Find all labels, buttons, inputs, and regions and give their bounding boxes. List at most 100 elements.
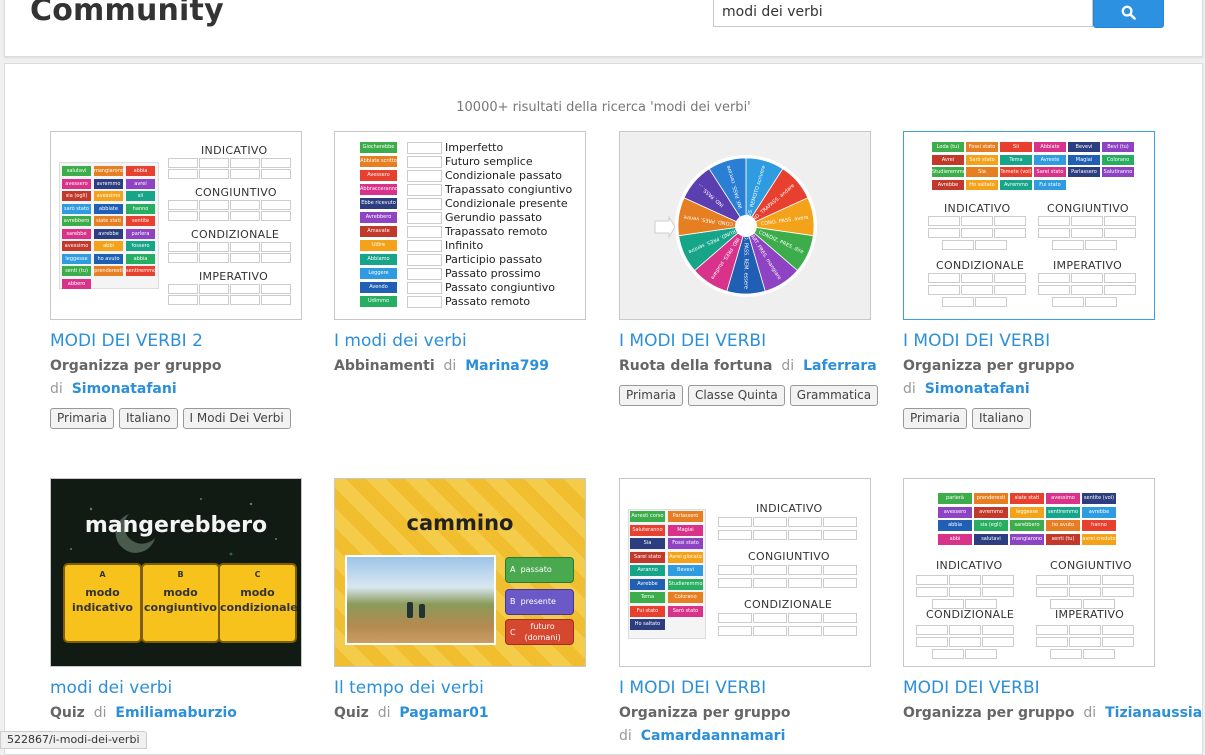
card-title-link[interactable]: I modi dei verbi <box>334 330 586 352</box>
drop-slot <box>718 578 752 588</box>
drop-slot <box>230 284 260 294</box>
word-tile: prenderesti <box>974 493 1008 504</box>
card-thumbnail[interactable]: parleràprenderestisiate statiavessimo (v… <box>903 478 1155 667</box>
answer-label: Participio passato <box>445 253 543 266</box>
card-title-link[interactable]: I MODI DEI VERBI <box>903 330 1155 352</box>
result-card: Giocherebbe Abbiate scritto Avessero mangi… <box>334 131 586 375</box>
wheel-segment-label: IND. PASS. REM. essere <box>743 231 749 289</box>
drop-slot <box>961 228 993 238</box>
word-tile: Abbiate scritto <box>360 156 397 167</box>
answer-label: Trapassato remoto <box>445 225 548 238</box>
card-title-link[interactable]: MODI DEI VERBI 2 <box>50 330 302 352</box>
author-prefix: di <box>619 728 632 744</box>
card-thumbnail[interactable]: salutavimangiaronoabbia avesseroavremmo v… <box>50 131 302 320</box>
status-bar-url: 522867/i-modi-dei-verbi <box>0 731 147 749</box>
drop-slot <box>1036 637 1068 647</box>
tag-chip[interactable]: Primaria <box>903 408 967 429</box>
word-tile: Parlassero <box>668 511 703 522</box>
result-card: Avresti corso Parlassero Saluteranno Magiai… <box>619 478 871 745</box>
group-title: CONGIUNTIVO <box>748 550 830 563</box>
tag-chip[interactable]: Primaria <box>619 385 683 406</box>
word-tile: Sii <box>1000 142 1032 152</box>
card-thumbnail[interactable]: Giocherebbe Abbiate scritto Avessero mangi… <box>334 131 586 320</box>
answer-label: Gerundio passato <box>445 211 542 224</box>
card-title-link[interactable]: Il tempo dei verbi <box>334 677 586 699</box>
author-link[interactable]: Emiliamaburzio <box>115 705 237 721</box>
group-title: IMPERATIVO <box>1053 259 1123 272</box>
drop-slot <box>928 228 960 238</box>
card-thumbnail[interactable]: cammino A passato (ieri) B presente (ogg… <box>334 478 586 667</box>
drop-slot <box>718 613 752 623</box>
word-tile: Fossi stato <box>668 538 703 549</box>
word-tile: Bevi (tu) <box>1102 142 1134 152</box>
drop-slot <box>1071 228 1103 238</box>
drop-slot <box>168 253 198 263</box>
drop-slot <box>1069 575 1101 585</box>
word-tile: Abbiamo ascoltato <box>360 254 397 265</box>
drop-slot <box>753 613 787 623</box>
tag-chip[interactable]: Grammatica <box>789 385 879 406</box>
word-tile: Avessero mangiato <box>360 170 397 181</box>
word-tile: abbia <box>126 166 155 176</box>
drop-slot <box>788 565 822 575</box>
card-title-link[interactable]: MODI DEI VERBI <box>903 677 1155 699</box>
card-thumbnail[interactable]: mangerebbero A modo indicativo B modo co… <box>50 478 302 667</box>
group-title: CONDIZIONALE <box>936 259 1025 272</box>
word-tile: sia (egli) <box>62 191 91 201</box>
group-title: INDICATIVO <box>201 144 268 157</box>
answer-a: A modo indicativo <box>63 563 142 643</box>
drop-slot <box>261 211 291 221</box>
word-tile: Avrei giocato <box>668 551 703 563</box>
tag-chip[interactable]: Primaria <box>50 408 114 429</box>
word-tile: Avendo giocato <box>360 282 397 293</box>
author-link[interactable]: Pagamar01 <box>399 705 488 721</box>
search-input[interactable] <box>713 0 1093 27</box>
search-button[interactable] <box>1093 0 1164 28</box>
author-link[interactable]: Marina799 <box>465 358 549 374</box>
word-tile: abbero scritto <box>62 278 91 289</box>
spin-wheel: IND. PASS. REMOTO scrivereIND. TRAPASS. … <box>654 155 817 297</box>
drop-slot <box>928 216 960 226</box>
tag-chip[interactable]: Classe Quinta <box>687 385 785 406</box>
author-link[interactable]: Camardaannamari <box>641 728 786 744</box>
author-link[interactable]: Tizianaussia <box>1105 705 1202 721</box>
card-title-link[interactable]: modi dei verbi <box>50 677 302 699</box>
card-title-link[interactable]: I MODI DEI VERBI <box>619 677 871 699</box>
word-tile: sarebbe stato <box>62 228 91 239</box>
word-tile: sarò stato <box>62 203 91 214</box>
word-tile: Avrebbero parlato <box>360 212 397 223</box>
word-tile: Studieremmo <box>932 167 964 177</box>
tag-chip[interactable]: Italiano <box>971 408 1031 429</box>
card-title-link[interactable]: I MODI DEI VERBI <box>619 330 871 352</box>
pointer-arrow-icon <box>654 215 676 239</box>
tag-chip[interactable]: Italiano <box>118 408 178 429</box>
card-thumbnail[interactable]: IND. PASS. REMOTO scrivere IND. TRAPASS. … <box>619 131 871 320</box>
card-thumbnail[interactable]: Avresti corso Parlassero Saluteranno Magiai… <box>619 478 871 667</box>
drop-slot <box>753 578 787 588</box>
word-tile: abbia studiato <box>126 253 155 264</box>
tag-chip[interactable]: I Modi Dei Verbi <box>182 408 291 429</box>
word-tile: Salutiranno <box>1102 167 1134 177</box>
author-prefix: di <box>781 358 795 374</box>
quiz-question: mangerebbero <box>84 513 268 538</box>
drop-slot <box>1038 228 1070 238</box>
answer-label: Passato congiuntivo <box>445 281 555 294</box>
word-tile: Ho saltato <box>966 179 998 190</box>
drop-slot <box>753 517 787 527</box>
word-tile: Sarò stato <box>966 154 998 165</box>
author-link[interactable]: Simonatafani <box>925 381 1030 397</box>
drop-slot <box>168 284 198 294</box>
word-tile: avessero <box>62 178 91 189</box>
card-thumbnail[interactable]: Loda (tu)Fossi statoSiiAbbiate (voi)Beve… <box>903 131 1155 320</box>
results-panel: 10000+ risultati della ricerca 'modi dei… <box>4 63 1203 755</box>
word-tile: avrebbe <box>1082 506 1116 518</box>
word-tile: avrebbe <box>94 228 123 239</box>
answer-label: Passato prossimo <box>445 267 541 280</box>
word-tile: prenderesti <box>94 266 123 276</box>
author-link[interactable]: Laferrara <box>803 358 877 374</box>
drop-slot <box>168 200 198 210</box>
word-tile: Bevevi <box>668 565 703 576</box>
word-tile: avremmo visto <box>94 178 123 189</box>
author-link[interactable]: Simonatafani <box>72 381 177 397</box>
drop-slot <box>407 170 442 182</box>
